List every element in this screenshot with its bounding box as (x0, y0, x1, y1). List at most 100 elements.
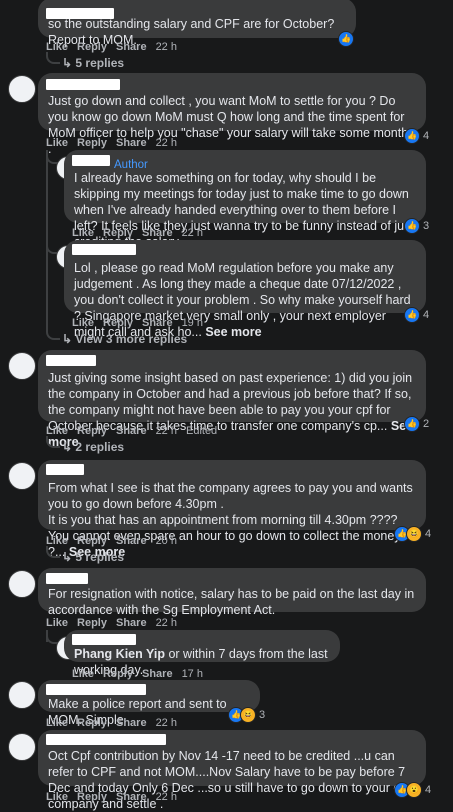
comment-actions: Like Reply Share 22 h (46, 40, 186, 55)
like-button[interactable]: Like (72, 668, 94, 680)
like-button[interactable]: Like (46, 617, 68, 629)
haha-reaction-icon: 😮 (406, 782, 422, 798)
mentioned-user[interactable]: Phang Kien Yip (74, 647, 165, 661)
comment-bubble: so the outstanding salary and CPF are fo… (38, 0, 356, 47)
timestamp[interactable]: 22 h (156, 41, 177, 53)
reply-button[interactable]: Reply (77, 535, 107, 547)
comment-bubble: Author I already have something on for t… (64, 150, 426, 249)
redacted-name (46, 734, 166, 745)
reaction-count: 4 (423, 308, 430, 321)
like-button[interactable]: Like (46, 717, 68, 729)
like-button[interactable]: Like (46, 791, 68, 803)
comment-actions: Like Reply Share 22 h (72, 226, 212, 241)
reaction-count: 4 (423, 129, 430, 142)
view-replies-link[interactable]: ↳ 2 replies (62, 439, 124, 455)
timestamp[interactable]: 20 h (156, 535, 177, 547)
haha-reaction-icon: 😆 (406, 526, 422, 542)
timestamp[interactable]: 22 h (182, 227, 203, 239)
timestamp[interactable]: 22 h (156, 617, 177, 629)
comment-bubble: From what I see is that the company agre… (38, 460, 426, 559)
replies-label[interactable]: 2 replies (75, 440, 124, 454)
share-button[interactable]: Share (116, 717, 147, 729)
share-button[interactable]: Share (116, 41, 147, 53)
reply-button[interactable]: Reply (77, 791, 107, 803)
view-replies-link[interactable]: ↳ 5 replies (62, 55, 124, 71)
timestamp[interactable]: 22 h (156, 425, 177, 437)
comment-bubble: For resignation with notice, salary has … (38, 568, 426, 617)
share-button[interactable]: Share (116, 617, 147, 629)
timestamp[interactable]: 22 h (156, 137, 177, 149)
thread-line (46, 52, 60, 64)
reaction-count: 4 (425, 783, 432, 796)
like-reaction-icon: 👍 (404, 218, 420, 234)
reply-button[interactable]: Reply (77, 425, 107, 437)
redacted-name (46, 8, 114, 19)
edited-label: Edited (185, 425, 218, 437)
share-button[interactable]: Share (142, 227, 173, 239)
timestamp[interactable]: 17 h (182, 668, 203, 680)
reply-button[interactable]: Reply (77, 137, 107, 149)
reaction-count: 3 (259, 708, 266, 721)
comment-actions: Like Reply Share 19 h (72, 316, 212, 331)
avatar[interactable] (8, 462, 36, 490)
haha-reaction-icon: 😆 (240, 707, 256, 723)
comment-line: From what I see is that the company agre… (48, 481, 413, 511)
redacted-name (46, 355, 96, 366)
reaction-summary[interactable]: 👍 2 (404, 416, 429, 432)
avatar[interactable] (8, 733, 36, 761)
avatar[interactable] (8, 75, 36, 103)
timestamp[interactable]: 19 h (182, 317, 203, 329)
reaction-summary[interactable]: 👍 3 (404, 218, 429, 234)
thread-line (46, 546, 60, 558)
comment-actions: Like Reply Share 22 h Edited (46, 424, 226, 439)
view-replies-link[interactable]: ↳ 5 replies (62, 549, 124, 565)
reply-button[interactable]: Reply (103, 668, 133, 680)
reaction-count: 4 (425, 527, 432, 540)
reaction-summary[interactable]: 👍 4 (404, 128, 429, 144)
avatar[interactable] (8, 570, 36, 598)
share-button[interactable]: Share (116, 137, 147, 149)
reaction-summary[interactable]: 👍 4 (404, 307, 429, 323)
reply-button[interactable]: Reply (77, 41, 107, 53)
comment-bubble: Just giving some insight based on past e… (38, 350, 426, 449)
like-button[interactable]: Like (72, 317, 94, 329)
reply-button[interactable]: Reply (103, 227, 133, 239)
reply-button[interactable]: Reply (77, 617, 107, 629)
like-reaction-icon: 👍 (404, 128, 420, 144)
reaction-summary[interactable]: 👍 😆 3 (228, 707, 265, 723)
view-replies-link[interactable]: ↳ View 3 more replies (62, 331, 187, 347)
redacted-name (46, 79, 120, 90)
comment-text: For resignation with notice, salary has … (48, 587, 415, 617)
reaction-count: 3 (423, 219, 430, 232)
see-more-link[interactable]: See more (205, 325, 261, 339)
comment-line: It is you that has an appointment from m… (48, 513, 398, 527)
comment-actions: Like Reply Share 22 h (46, 616, 186, 631)
share-button[interactable]: Share (116, 425, 147, 437)
reaction-count: 2 (423, 417, 430, 430)
share-button[interactable]: Share (142, 668, 173, 680)
reply-button[interactable]: Reply (103, 317, 133, 329)
thread-line (46, 436, 60, 448)
reaction-summary[interactable]: 👍 😆 4 (394, 526, 431, 542)
replies-label[interactable]: 5 replies (75, 550, 124, 564)
like-button[interactable]: Like (72, 227, 94, 239)
share-button[interactable]: Share (116, 791, 147, 803)
comment-actions: Like Reply Share 22 h (46, 716, 186, 731)
reaction-summary[interactable]: 👍 😮 4 (394, 782, 431, 798)
avatar[interactable] (8, 681, 36, 709)
replies-label[interactable]: 5 replies (75, 56, 124, 70)
like-reaction-icon: 👍 (404, 307, 420, 323)
redacted-name (46, 684, 146, 695)
replies-label[interactable]: View 3 more replies (75, 332, 187, 346)
timestamp[interactable]: 22 h (156, 717, 177, 729)
timestamp[interactable]: 22 h (156, 791, 177, 803)
like-button[interactable]: Like (46, 137, 68, 149)
share-button[interactable]: Share (142, 317, 173, 329)
redacted-name (72, 155, 110, 166)
reaction-summary[interactable]: 👍 (338, 31, 354, 47)
reply-button[interactable]: Reply (77, 717, 107, 729)
share-button[interactable]: Share (116, 535, 147, 547)
avatar[interactable] (8, 352, 36, 380)
like-reaction-icon: 👍 (404, 416, 420, 432)
redacted-name (46, 573, 88, 584)
